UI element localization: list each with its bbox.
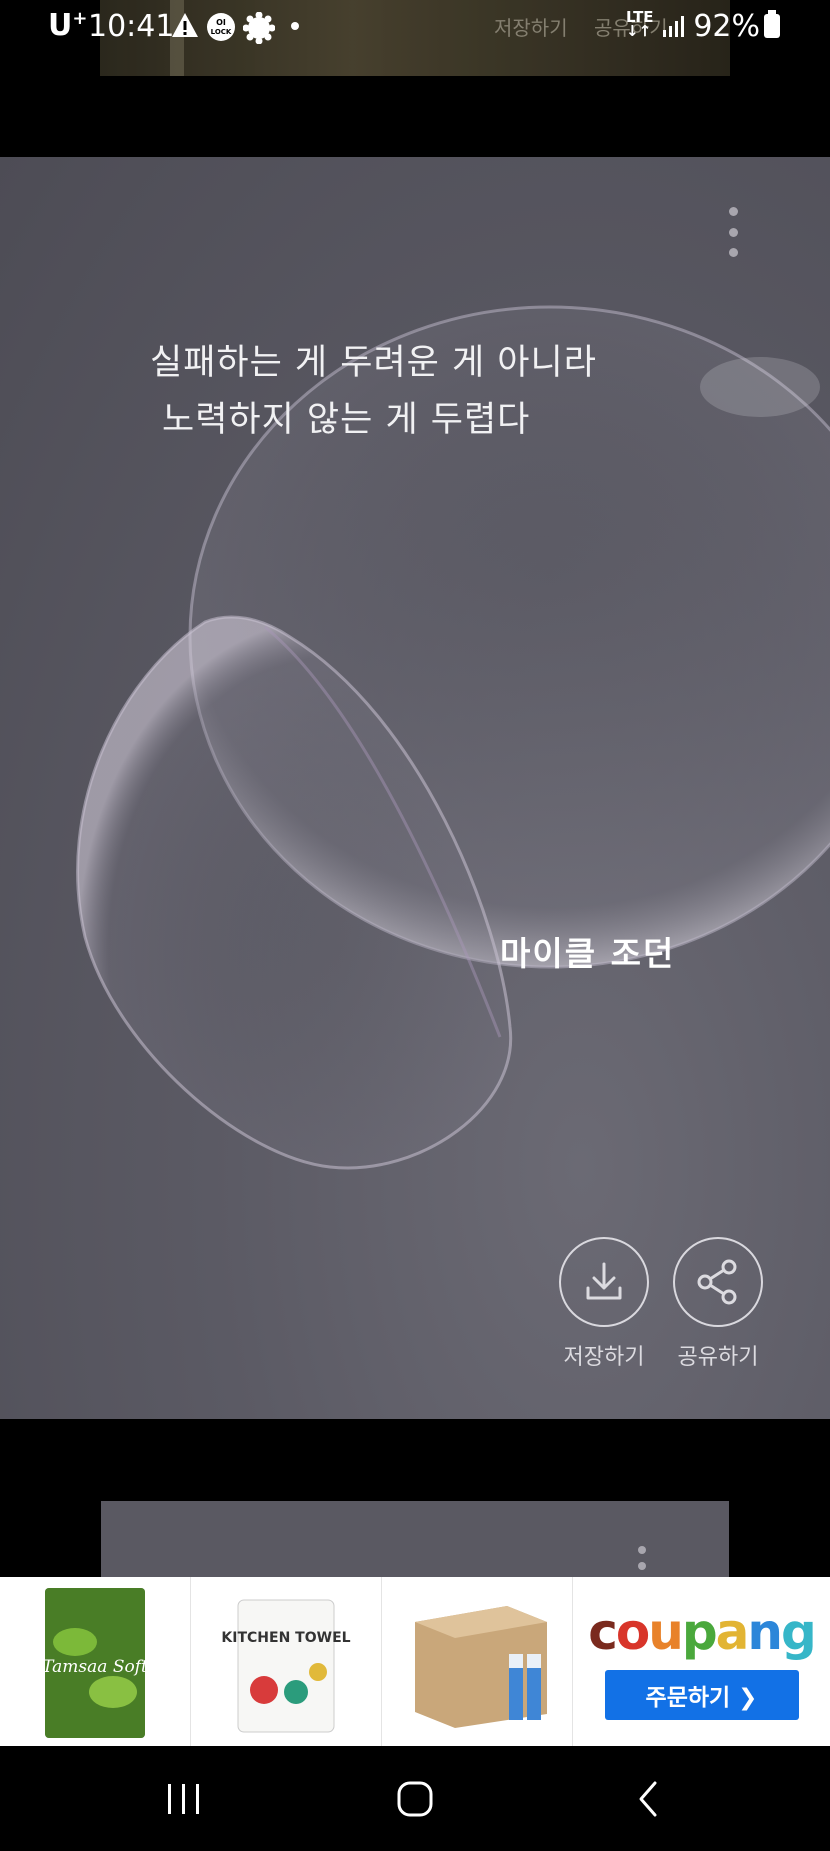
battery-icon: [764, 10, 780, 38]
svg-text:LOCK: LOCK: [211, 28, 232, 36]
quote-line-1: 실패하는 게 두려운 게 아니라: [150, 343, 597, 383]
share-icon-circle[interactable]: [673, 1237, 763, 1327]
navigation-bar: [0, 1746, 830, 1851]
clock: 10:41: [88, 9, 175, 44]
share-icon: [697, 1259, 737, 1305]
ad-product-kitchen-towel[interactable]: KITCHEN TOWEL: [191, 1577, 382, 1746]
quote-line-2: 노력하지 않는 게 두렵다: [162, 400, 531, 440]
save-icon-circle[interactable]: [559, 1237, 649, 1327]
settings-badge-icon: [243, 12, 275, 44]
home-icon: [397, 1781, 433, 1817]
quote-author: 마이클 조던: [500, 934, 676, 973]
order-button[interactable]: 주문하기 ❯: [604, 1669, 799, 1720]
coupang-logo: coupang: [588, 1602, 817, 1661]
svg-text:Tamsaa Soft: Tamsaa Soft: [42, 1657, 148, 1677]
home-button[interactable]: [385, 1776, 445, 1822]
svg-text:KITCHEN TOWEL: KITCHEN TOWEL: [221, 1630, 350, 1646]
oi-lock-icon: OILOCK: [207, 13, 235, 41]
battery-box-image: [415, 1605, 547, 1728]
battery-percent: 92%: [693, 9, 760, 44]
download-icon: [586, 1262, 622, 1300]
ad-banner[interactable]: Tamsaa Soft KITCHEN TOWEL coupang 주문하기 ❯: [0, 1577, 830, 1746]
ad-coupang-brand[interactable]: coupang 주문하기 ❯: [573, 1577, 830, 1746]
back-button[interactable]: [618, 1776, 678, 1822]
recent-apps-icon: [168, 1784, 199, 1814]
back-icon: [639, 1781, 657, 1817]
share-button[interactable]: 공유하기: [672, 1237, 764, 1371]
signal-icon: [663, 16, 684, 37]
svg-text:OI: OI: [216, 18, 226, 27]
share-label: 공유하기: [677, 1345, 759, 1370]
next-quote-card: [101, 1501, 729, 1577]
notification-dot-icon: [291, 22, 299, 30]
ad-product-tissue[interactable]: Tamsaa Soft: [0, 1577, 191, 1746]
tissue-product-image: Tamsaa Soft: [42, 1587, 148, 1738]
save-label: 저장하기: [563, 1345, 645, 1370]
ad-product-batteries[interactable]: [382, 1577, 573, 1746]
carrier: U+: [48, 8, 88, 43]
status-bar: U+ 10:41 OI LOCK LTE ↓↑ 92%: [0, 0, 830, 56]
more-options-button[interactable]: [718, 207, 748, 257]
recent-apps-button[interactable]: [154, 1776, 214, 1822]
kitchen-towel-image: KITCHEN TOWEL: [221, 1599, 351, 1732]
warning-icon: [172, 13, 198, 37]
network-type: LTE ↓↑: [626, 8, 654, 40]
save-button[interactable]: 저장하기: [558, 1237, 650, 1371]
quote-card: 실패하는 게 두려운 게 아니라 노력하지 않는 게 두렵다 마이클 조던 저장…: [0, 157, 830, 1419]
quote-text: 실패하는 게 두려운 게 아니라 노력하지 않는 게 두렵다: [150, 335, 670, 449]
